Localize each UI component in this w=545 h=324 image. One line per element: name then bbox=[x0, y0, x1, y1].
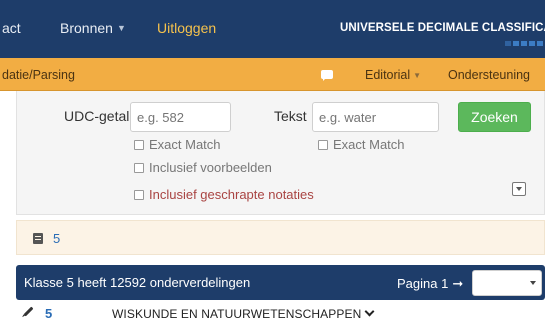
book-icon bbox=[33, 233, 43, 244]
text-search-input[interactable] bbox=[312, 102, 439, 132]
checkbox-icon[interactable] bbox=[318, 140, 328, 150]
sub-navbar: datie/Parsing Editorial ▼ Ondersteuning bbox=[0, 58, 545, 91]
exact-match-udc-checkbox[interactable]: Exact Match bbox=[134, 137, 221, 152]
nav-contact-link[interactable]: act bbox=[2, 20, 21, 36]
search-panel: UDC-getal Tekst Zoeken Exact Match Inclu… bbox=[16, 91, 545, 215]
include-cancelled-checkbox[interactable]: Inclusief geschrapte notaties bbox=[134, 187, 314, 202]
include-examples-checkbox[interactable]: Inclusief voorbeelden bbox=[134, 160, 272, 175]
checkbox-icon[interactable] bbox=[134, 140, 144, 150]
checkbox-icon[interactable] bbox=[134, 190, 144, 200]
text-label: Tekst bbox=[274, 108, 307, 124]
class-header-bar: Klasse 5 heeft 12592 onderverdelingen Pa… bbox=[16, 265, 545, 300]
nav-editorial-label: Editorial bbox=[365, 68, 411, 82]
caret-down-icon: ▼ bbox=[116, 23, 126, 33]
breadcrumb: 5 bbox=[16, 220, 545, 255]
search-button[interactable]: Zoeken bbox=[458, 102, 531, 132]
pencil-edit-icon[interactable] bbox=[23, 306, 34, 317]
nav-bronnen-dropdown[interactable]: Bronnen ▼ bbox=[60, 20, 126, 36]
arrow-right-icon: ➞ bbox=[452, 276, 464, 291]
nav-validation-parsing[interactable]: datie/Parsing bbox=[2, 68, 75, 82]
list-item: 5 WISKUNDE EN NATUURWETENSCHAPPEN bbox=[16, 306, 545, 324]
page-select-dropdown[interactable] bbox=[472, 270, 542, 296]
brand-logo-blocks bbox=[505, 41, 545, 46]
exact-match-text-label: Exact Match bbox=[333, 137, 405, 152]
page-label: Pagina 1 bbox=[397, 276, 449, 291]
breadcrumb-link[interactable]: 5 bbox=[53, 231, 60, 246]
chevron-down-icon[interactable] bbox=[364, 306, 375, 317]
chat-icon[interactable] bbox=[321, 70, 333, 81]
include-cancelled-label: Inclusief geschrapte notaties bbox=[149, 187, 314, 202]
class-caption-text: WISKUNDE EN NATUURWETENSCHAPPEN bbox=[112, 307, 362, 321]
brand-title[interactable]: UNIVERSELE DECIMALE CLASSIFICATIE bbox=[340, 22, 545, 34]
include-examples-label: Inclusief voorbeelden bbox=[149, 160, 272, 175]
expand-options-toggle-icon[interactable] bbox=[512, 182, 526, 196]
class-subdivision-count: Klasse 5 heeft 12592 onderverdelingen bbox=[24, 275, 251, 290]
udc-number-label: UDC-getal bbox=[64, 108, 130, 124]
pagination-next[interactable]: Pagina 1 ➞ bbox=[397, 276, 463, 292]
nav-bronnen-label: Bronnen bbox=[60, 20, 113, 36]
class-caption[interactable]: WISKUNDE EN NATUURWETENSCHAPPEN bbox=[112, 306, 375, 321]
udc-number-input[interactable] bbox=[130, 102, 231, 132]
class-notation-link[interactable]: 5 bbox=[45, 306, 52, 321]
nav-editorial-dropdown[interactable]: Editorial ▼ bbox=[365, 68, 421, 82]
checkbox-icon[interactable] bbox=[134, 163, 144, 173]
caret-down-icon: ▼ bbox=[413, 71, 422, 80]
nav-logout-link[interactable]: Uitloggen bbox=[157, 20, 216, 36]
exact-match-text-checkbox[interactable]: Exact Match bbox=[318, 137, 405, 152]
exact-match-udc-label: Exact Match bbox=[149, 137, 221, 152]
top-navbar: act Bronnen ▼ Uitloggen UNIVERSELE DECIMA… bbox=[0, 0, 545, 58]
nav-support-link[interactable]: Ondersteuning bbox=[448, 68, 530, 82]
